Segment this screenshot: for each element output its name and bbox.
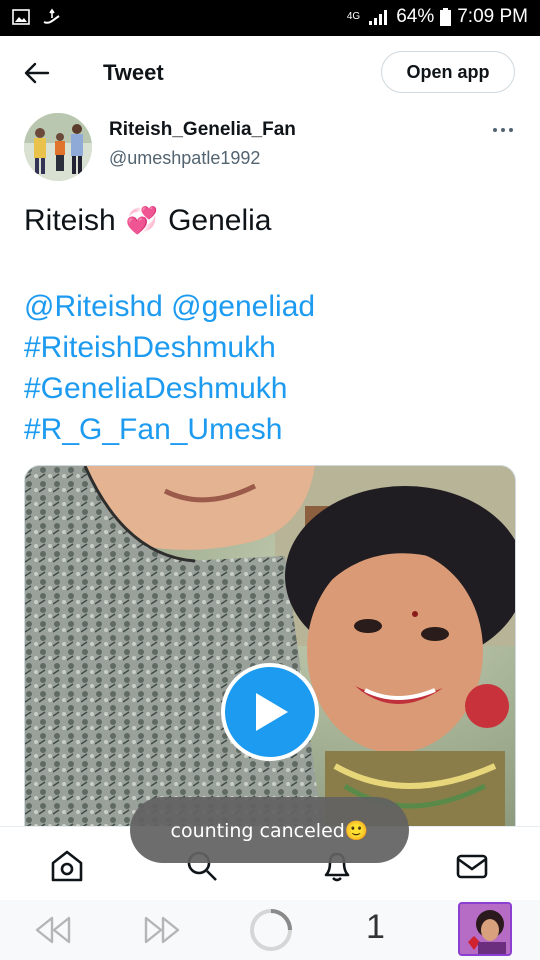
tab-preview-thumbnail[interactable] [458, 902, 512, 956]
mail-icon[interactable] [455, 849, 489, 883]
play-button[interactable] [221, 663, 319, 761]
page-title: Tweet [103, 60, 164, 85]
status-bar: 4G 64% 7:09 PM [0, 0, 540, 36]
battery-icon [440, 8, 452, 26]
battery-percent: 64% [396, 6, 435, 27]
avatar[interactable] [24, 113, 92, 181]
back-arrow-icon[interactable] [24, 61, 50, 85]
toast-message: counting canceled🙂 [130, 797, 409, 863]
video-thumbnail [25, 466, 515, 844]
network-type: 4G [346, 11, 361, 22]
play-icon [256, 693, 288, 731]
mention-link[interactable]: @Riteishd @geneliad [24, 286, 315, 327]
clock: 7:09 PM [457, 6, 528, 27]
top-bar: Tweet Open app [0, 36, 540, 110]
hashtag-link[interactable]: #GeneliaDeshmukh [24, 368, 315, 409]
video-media[interactable] [24, 465, 516, 845]
home-icon[interactable] [50, 849, 84, 883]
usb-icon [43, 8, 60, 24]
tweet-text-name-1: Riteish [24, 204, 116, 237]
user-handle[interactable]: @umeshpatle1992 [109, 148, 260, 169]
tab-count[interactable]: 1 [366, 908, 385, 947]
heart-emoji-icon: 💞 [125, 206, 159, 236]
fast-forward-icon[interactable] [143, 915, 181, 945]
tweet-text: Riteish 💞 Genelia [24, 204, 271, 238]
display-name[interactable]: Riteish_Genelia_Fan [109, 119, 296, 141]
gallery-icon [12, 9, 30, 25]
tweet-links: @Riteishd @geneliad #RiteishDeshmukh #Ge… [24, 286, 315, 450]
hashtag-link[interactable]: #R_G_Fan_Umesh [24, 409, 315, 450]
rewind-icon[interactable] [34, 915, 72, 945]
signal-icon [369, 10, 388, 25]
tweet-text-name-2: Genelia [168, 204, 272, 237]
loading-spinner-icon [250, 909, 292, 951]
open-app-button[interactable]: Open app [381, 51, 515, 93]
hashtag-link[interactable]: #RiteishDeshmukh [24, 327, 315, 368]
browser-bar: 1 [0, 900, 540, 960]
more-dots-icon[interactable] [486, 120, 520, 140]
